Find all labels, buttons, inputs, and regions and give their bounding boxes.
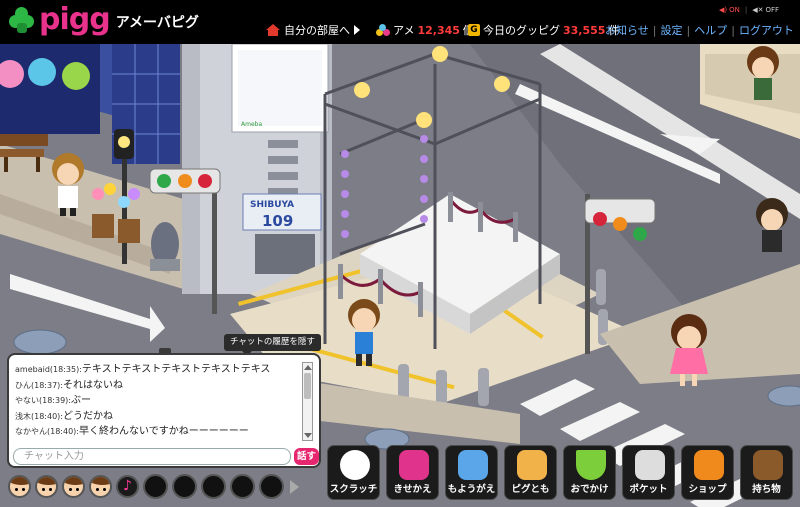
- items-icon: [753, 450, 783, 480]
- billboard-number: 109: [262, 212, 293, 230]
- logout-link[interactable]: ログアウト: [739, 22, 794, 38]
- candy-icon: [376, 24, 390, 36]
- scroll-thumb[interactable]: [304, 373, 311, 399]
- redecorate-icon: [458, 450, 488, 480]
- emote-slot-empty[interactable]: [143, 474, 168, 499]
- pocket-button[interactable]: ポケット: [622, 445, 675, 500]
- billboard-label: SHIBUYA: [250, 200, 294, 210]
- friends-button[interactable]: ピグとも: [504, 445, 557, 500]
- mute-icon: ◀✕: [752, 6, 764, 14]
- chat-log: amebaid(18:35):テキストテキストテキストテキストテキス ひん(18…: [15, 362, 299, 441]
- chat-scrollbar[interactable]: [302, 362, 313, 441]
- clover-icon: [8, 6, 36, 34]
- dressup-button[interactable]: きせかえ: [386, 445, 439, 500]
- arrow-right-icon: [354, 25, 360, 35]
- sound-toggle[interactable]: ◀) ON | ◀✕ OFF: [719, 6, 779, 14]
- outing-icon: [576, 450, 606, 480]
- guppy-count: 33,555: [563, 23, 606, 37]
- emote-slot-empty[interactable]: [230, 474, 255, 499]
- scratch-button[interactable]: スクラッチ: [327, 445, 380, 500]
- scratch-icon: [340, 450, 370, 480]
- emote-shortcuts: ♪: [8, 474, 299, 499]
- chat-message: やない(18:39):ぶー: [15, 395, 91, 406]
- speaker-icon: ◀): [719, 6, 728, 14]
- next-page-icon[interactable]: [290, 479, 299, 494]
- scroll-up-icon[interactable]: [304, 365, 312, 370]
- redecorate-button[interactable]: もようがえ: [445, 445, 498, 500]
- dressup-icon: [399, 450, 429, 480]
- emote-slot-empty[interactable]: [172, 474, 197, 499]
- logo-text: pigg: [39, 2, 111, 37]
- chat-input[interactable]: チャット入力: [13, 448, 291, 465]
- help-link[interactable]: ヘルプ: [694, 22, 727, 38]
- friends-icon: [517, 450, 547, 480]
- chat-message: 浅木(18:40):どうだかね: [15, 410, 113, 422]
- ameba-sign: Ameba: [241, 121, 262, 128]
- ame-count: 12,345: [417, 23, 460, 37]
- emote-slot-empty[interactable]: [259, 474, 284, 499]
- ame-label: アメ: [393, 24, 415, 37]
- music-note-icon[interactable]: ♪: [116, 475, 139, 498]
- shop-button[interactable]: ショップ: [681, 445, 734, 500]
- emote-slot-3[interactable]: [62, 475, 85, 498]
- scroll-down-icon[interactable]: [304, 433, 312, 438]
- guppy-label: 今日のグッピグ: [483, 24, 560, 37]
- emote-slot-empty[interactable]: [201, 474, 226, 499]
- home-icon: [266, 24, 280, 36]
- hide-chat-history-tooltip[interactable]: チャットの履歴を隠す: [224, 334, 321, 356]
- shop-icon: [694, 450, 724, 480]
- outing-button[interactable]: おでかけ: [563, 445, 616, 500]
- sound-on-label[interactable]: ON: [729, 6, 740, 14]
- emote-slot-2[interactable]: [35, 475, 58, 498]
- top-bar: pigg アメーバピグ ◀) ON | ◀✕ OFF 自分の部屋へ アメ 12,…: [0, 0, 800, 44]
- logo-subtitle: アメーバピグ: [115, 15, 199, 31]
- emote-slot-4[interactable]: [89, 475, 112, 498]
- pocket-icon: [635, 450, 665, 480]
- items-button[interactable]: 持ち物: [740, 445, 793, 500]
- settings-link[interactable]: 設定: [661, 22, 683, 38]
- chat-message: ひん(18:37):それはないね: [15, 379, 123, 391]
- chat-message: amebaid(18:35):テキストテキストテキストテキストテキス: [15, 364, 271, 375]
- ame-counter: アメ 12,345 個: [376, 22, 474, 38]
- header-nav: お知らせ | 設定 | ヘルプ | ログアウト: [605, 22, 794, 38]
- guppy-icon: G: [468, 24, 480, 36]
- sound-off-label[interactable]: OFF: [765, 6, 779, 14]
- chat-collapse-handle[interactable]: [159, 348, 171, 354]
- news-link[interactable]: お知らせ: [605, 22, 649, 38]
- emote-slot-1[interactable]: [8, 475, 31, 498]
- chat-panel: amebaid(18:35):テキストテキストテキストテキストテキス ひん(18…: [7, 348, 321, 468]
- guppy-counter: G 今日のグッピグ 33,555 件: [468, 22, 619, 38]
- chat-message: なかやん(18:40):早く終わんないですかねーーーーーー: [15, 426, 249, 437]
- my-room-label: 自分の部屋へ: [284, 24, 350, 37]
- send-chat-button[interactable]: 話す: [294, 448, 319, 465]
- pigg-logo[interactable]: pigg アメーバピグ: [8, 2, 199, 37]
- my-room-link[interactable]: 自分の部屋へ: [266, 22, 360, 38]
